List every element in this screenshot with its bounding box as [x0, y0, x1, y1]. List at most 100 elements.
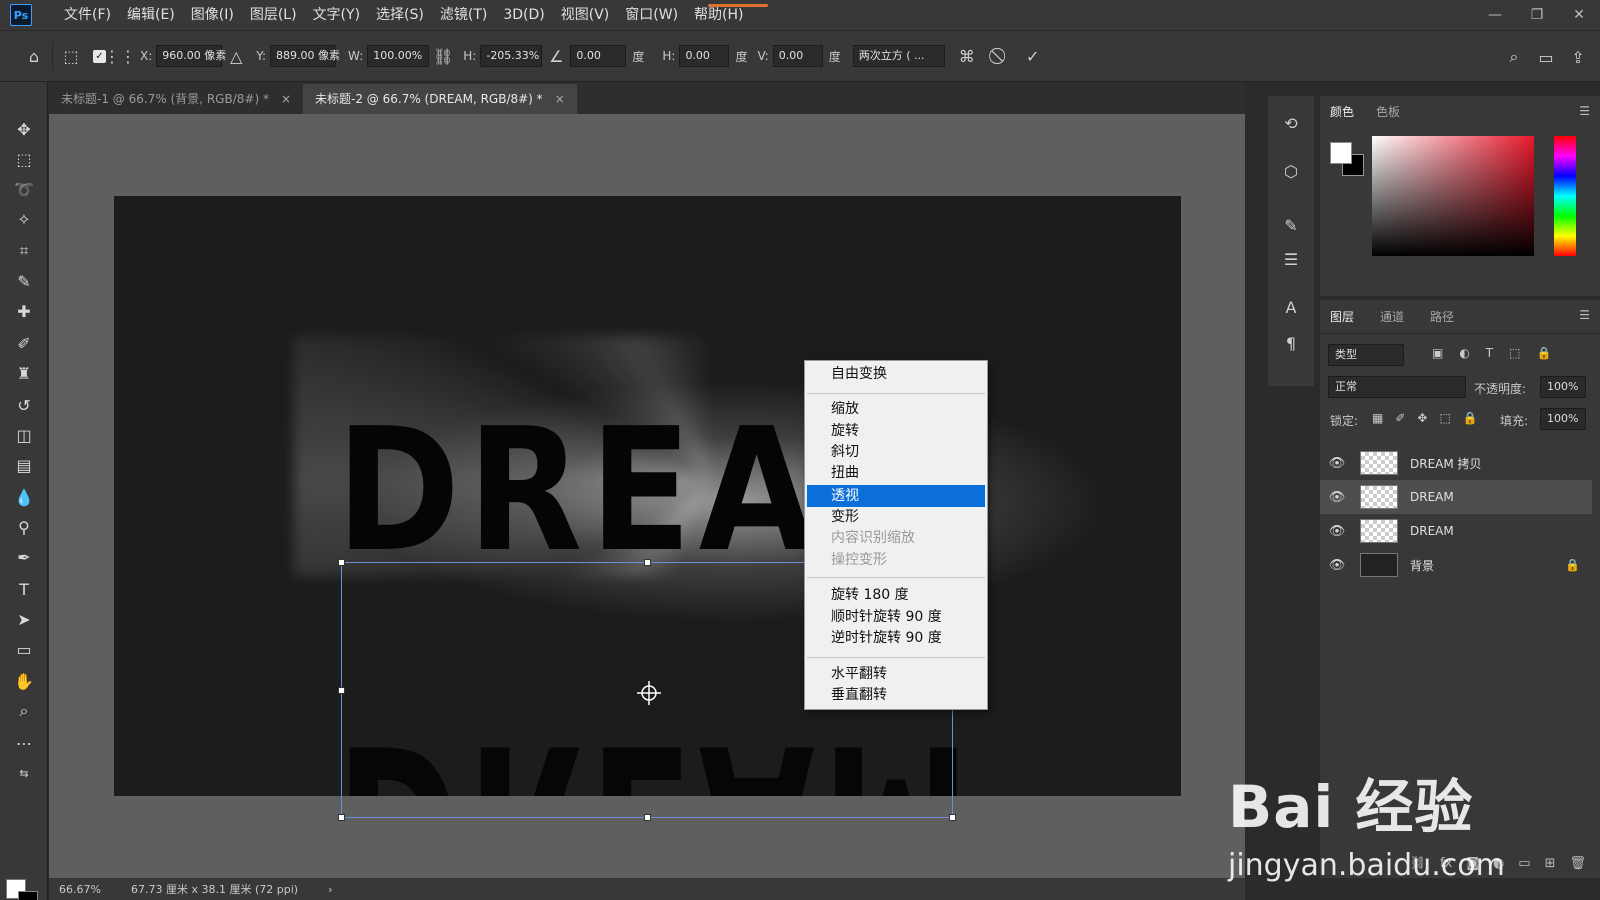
menu-file[interactable]: 文件(F) [56, 0, 119, 30]
panel-menu-icon[interactable]: ☰ [1579, 308, 1590, 322]
layer-filter-icons[interactable]: ▣◐T⬚🔒 [1432, 346, 1567, 360]
tab-paths[interactable]: 路径 [1430, 308, 1454, 325]
lasso-tool-icon[interactable]: ➰ [10, 176, 38, 202]
visibility-eye-icon[interactable]: 👁 [1320, 524, 1354, 539]
transform-handle[interactable] [644, 814, 651, 821]
transform-tool-icon[interactable]: ⬚ [57, 42, 85, 70]
close-tab-icon[interactable]: × [555, 84, 565, 114]
relative-position-icon[interactable]: △ [222, 42, 250, 70]
path-selection-tool-icon[interactable]: ➤ [10, 606, 38, 632]
new-layer-icon[interactable]: ⊞ [1545, 856, 1556, 871]
menu-item-free-transform[interactable]: 自由变换 [807, 363, 985, 385]
menu-item-scale[interactable]: 缩放 [807, 398, 985, 420]
menu-item-rotate-180[interactable]: 旋转 180 度 [807, 584, 985, 606]
magic-wand-tool-icon[interactable]: ✧ [10, 206, 38, 232]
tab-channels[interactable]: 通道 [1380, 308, 1404, 325]
h-skew-input[interactable]: 0.00 [679, 45, 730, 67]
pen-tool-icon[interactable]: ✒ [10, 544, 38, 570]
menu-layer[interactable]: 图层(L) [242, 0, 305, 30]
menu-item-flip-vertical[interactable]: 垂直翻转 [807, 684, 985, 706]
menu-select[interactable]: 选择(S) [368, 0, 432, 30]
menu-view[interactable]: 视图(V) [553, 0, 618, 30]
cancel-transform-icon[interactable]: ⃠ [987, 42, 1015, 70]
adjustments-icon[interactable]: ☰ [1278, 246, 1304, 272]
link-icon[interactable]: ⛓ [429, 42, 457, 70]
workspace-icon[interactable]: ▭ [1532, 43, 1560, 71]
close-window-icon[interactable]: ✕ [1558, 0, 1600, 30]
brush-settings-icon[interactable]: ✎ [1278, 212, 1304, 238]
home-icon[interactable]: ⌂ [20, 42, 48, 70]
layer-row-dream-copy[interactable]: 👁 DREAM 拷贝 [1320, 446, 1592, 480]
status-arrow-icon[interactable]: › [328, 883, 332, 896]
menu-item-warp[interactable]: 变形 [807, 506, 985, 528]
interpolation-select[interactable]: 两次立方 ( ... [852, 45, 945, 67]
layer-row-dream[interactable]: 👁 DREAM [1320, 514, 1592, 548]
search-icon[interactable]: ⌕ [1500, 43, 1528, 71]
foreground-color-chip[interactable] [1330, 142, 1352, 164]
tab-swatches[interactable]: 色板 [1376, 103, 1400, 120]
crop-tool-icon[interactable]: ⌗ [10, 238, 38, 264]
stamp-tool-icon[interactable]: ♜ [10, 360, 38, 386]
paragraph-panel-icon[interactable]: ¶ [1278, 330, 1304, 356]
healing-brush-tool-icon[interactable]: ✚ [10, 298, 38, 324]
menu-item-perspective[interactable]: 透视 [807, 485, 985, 507]
y-input[interactable]: 889.00 像素 [270, 45, 340, 67]
marquee-tool-icon[interactable]: ⬚ [10, 146, 38, 172]
visibility-eye-icon[interactable]: 👁 [1320, 456, 1354, 471]
layer-row-dream-selected[interactable]: 👁 DREAM [1320, 480, 1592, 514]
opacity-input[interactable]: 100% [1540, 376, 1586, 398]
eraser-tool-icon[interactable]: ◫ [10, 422, 38, 448]
zoom-level[interactable]: 66.67% [49, 883, 123, 896]
layer-row-background[interactable]: 👁 背景 🔒 [1320, 548, 1592, 582]
menu-image[interactable]: 图像(I) [183, 0, 242, 30]
menu-edit[interactable]: 编辑(E) [119, 0, 183, 30]
share-icon[interactable]: ⇪ [1564, 43, 1592, 71]
height-input[interactable]: -205.33% [480, 45, 543, 67]
history-brush-tool-icon[interactable]: ↺ [10, 392, 38, 418]
restore-icon[interactable]: ❐ [1516, 0, 1558, 30]
tab-untitled-1[interactable]: 未标题-1 @ 66.7% (背景, RGB/8#) * × [49, 84, 304, 114]
more-tools-icon[interactable]: ⋯ [10, 730, 38, 756]
v-skew-input[interactable]: 0.00 [772, 45, 823, 67]
swap-colors-icon[interactable]: ⇆ [10, 760, 38, 786]
blur-tool-icon[interactable]: 💧 [10, 484, 38, 510]
move-tool-icon[interactable]: ✥ [10, 116, 38, 142]
panel-menu-icon[interactable]: ☰ [1579, 104, 1590, 118]
menu-3d[interactable]: 3D(D) [495, 0, 552, 30]
warp-mode-icon[interactable]: ⌘ [953, 42, 981, 70]
gradient-tool-icon[interactable]: ▤ [10, 452, 38, 478]
fill-input[interactable]: 100% [1540, 408, 1586, 430]
hand-tool-icon[interactable]: ✋ [10, 668, 38, 694]
menu-item-flip-horizontal[interactable]: 水平翻转 [807, 663, 985, 685]
menu-item-rotate-90-ccw[interactable]: 逆时针旋转 90 度 [807, 627, 985, 649]
menu-window[interactable]: 窗口(W) [617, 0, 686, 30]
blend-mode-select[interactable]: 正常 [1328, 376, 1466, 398]
x-input[interactable]: 960.00 像素 [156, 45, 226, 67]
tab-color[interactable]: 颜色 [1330, 103, 1354, 120]
zoom-tool-icon[interactable]: ⌕ [10, 698, 38, 724]
color-picker-field[interactable] [1372, 136, 1534, 256]
menu-item-distort[interactable]: 扭曲 [807, 462, 985, 484]
menu-filter[interactable]: 滤镜(T) [432, 0, 495, 30]
brush-tool-icon[interactable]: ✐ [10, 330, 38, 356]
character-panel-icon[interactable]: A [1278, 294, 1304, 320]
new-group-icon[interactable]: ▭ [1518, 856, 1530, 871]
visibility-eye-icon[interactable]: 👁 [1320, 490, 1354, 505]
delete-layer-icon[interactable]: 🗑 [1569, 856, 1586, 871]
width-input[interactable]: 100.00% [367, 45, 430, 67]
menu-type[interactable]: 文字(Y) [305, 0, 368, 30]
lock-options-icons[interactable]: ▦✐✥⬚🔒 [1372, 411, 1490, 425]
transform-handle[interactable] [338, 687, 345, 694]
transform-handle[interactable] [949, 814, 956, 821]
transform-handle[interactable] [338, 559, 345, 566]
transform-handle[interactable] [338, 814, 345, 821]
tab-layers[interactable]: 图层 [1330, 308, 1354, 325]
dodge-tool-icon[interactable]: ⚲ [10, 514, 38, 540]
close-tab-icon[interactable]: × [281, 84, 291, 114]
minimize-icon[interactable]: — [1474, 0, 1516, 30]
3d-panel-icon[interactable]: ⬡ [1278, 158, 1304, 184]
menu-item-skew[interactable]: 斜切 [807, 441, 985, 463]
commit-transform-icon[interactable]: ✓ [1019, 42, 1047, 70]
menu-item-rotate-90-cw[interactable]: 顺时针旋转 90 度 [807, 606, 985, 628]
angle-input[interactable]: 0.00 [570, 45, 627, 67]
